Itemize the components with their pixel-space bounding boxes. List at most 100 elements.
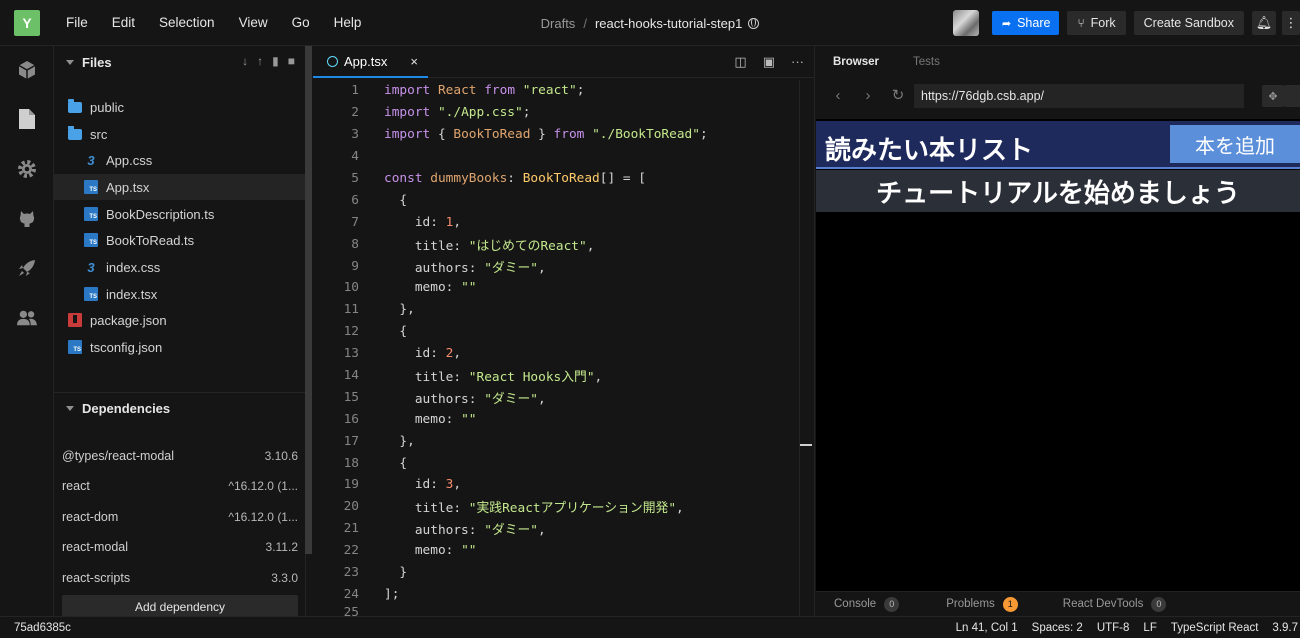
back-icon[interactable]: ‹	[830, 87, 846, 104]
file-item-app-tsx[interactable]: TS App.tsx	[54, 174, 306, 200]
file-item-app-css[interactable]: 3 App.css	[54, 147, 306, 173]
ts-file-icon: TS	[84, 207, 98, 221]
code-editor: App.tsx × ◫ ▣ ··· 1 import React from "re…	[313, 46, 815, 619]
dependency-row[interactable]: react-modal 3.11.2	[62, 537, 298, 557]
globe-icon[interactable]	[748, 17, 760, 29]
file-item-tsconfig[interactable]: TS tsconfig.json	[54, 334, 306, 360]
browser-preview: Browser Tests ‹ › ↻ ✥ 読みたい本リスト 本を追加 チュート…	[816, 46, 1300, 616]
code-line: 2 import "./App.css";	[313, 102, 813, 124]
menu-selection[interactable]: Selection	[147, 15, 227, 30]
menu-edit[interactable]: Edit	[100, 15, 147, 30]
css-file-icon: 3	[87, 152, 95, 168]
users-icon[interactable]	[17, 308, 37, 328]
tab-console[interactable]: Console 0	[834, 596, 900, 612]
cube-icon[interactable]	[17, 60, 37, 80]
language-mode[interactable]: TypeScript React	[1171, 622, 1259, 634]
bell-icon[interactable]: 🔔︎	[1252, 11, 1276, 35]
create-sandbox-button[interactable]: Create Sandbox	[1133, 11, 1244, 35]
dependency-row[interactable]: @types/react-modal 3.10.6	[62, 446, 298, 466]
more-actions-icon[interactable]: ···	[791, 54, 804, 70]
menu-file[interactable]: File	[54, 15, 100, 30]
file-name: tsconfig.json	[90, 339, 163, 355]
tab-react-devtools[interactable]: React DevTools 0	[1063, 596, 1167, 612]
tab-tests[interactable]: Tests	[896, 56, 957, 68]
sandbox-name[interactable]: react-hooks-tutorial-step1	[595, 16, 742, 31]
upload-icon[interactable]: ↑	[257, 54, 263, 68]
line-number: 16	[343, 411, 359, 427]
close-icon[interactable]: ×	[410, 54, 418, 69]
new-file-icon[interactable]: ▮	[272, 54, 279, 68]
refresh-icon[interactable]: ↻	[890, 86, 906, 104]
file-item-book-description[interactable]: TS BookDescription.ts	[54, 201, 306, 227]
forward-icon[interactable]: ›	[860, 87, 876, 104]
menu-help[interactable]: Help	[322, 15, 374, 30]
dependency-row[interactable]: react-scripts 3.3.0	[62, 568, 298, 588]
line-number: 6	[351, 192, 359, 208]
cursor-position[interactable]: Ln 41, Col 1	[956, 622, 1018, 634]
dependency-version: ^16.12.0 (1...	[228, 479, 298, 493]
indentation[interactable]: Spaces: 2	[1032, 622, 1083, 634]
expand-icon[interactable]: ✥	[1262, 85, 1284, 107]
new-folder-icon[interactable]: ■	[288, 54, 295, 68]
file-item-index-css[interactable]: 3 index.css	[54, 254, 306, 280]
editor-scrollbar[interactable]	[799, 80, 813, 616]
code-line: 14 title: "React Hooks入門",	[313, 365, 813, 387]
dependency-version: ^16.12.0 (1...	[228, 510, 298, 524]
url-bar: ‹ › ↻ ✥	[816, 78, 1300, 112]
code-area[interactable]: 1 import React from "react"; 2 import "./A…	[313, 80, 813, 619]
menu-view[interactable]: View	[227, 15, 280, 30]
line-number: 19	[343, 477, 359, 493]
typescript-version[interactable]: 3.9.7	[1272, 622, 1298, 634]
preview-icon[interactable]: ▣	[763, 54, 775, 70]
codesandbox-logo[interactable]: Y	[14, 9, 40, 36]
file-name: package.json	[90, 312, 167, 328]
commit-hash[interactable]: 75ad6385c	[14, 622, 71, 634]
sidebar-scrollbar[interactable]	[305, 46, 312, 554]
file-name: BookDescription.ts	[106, 206, 215, 222]
breadcrumb-separator: /	[583, 15, 587, 31]
avatar[interactable]	[952, 10, 979, 36]
tab-app-tsx[interactable]: App.tsx ×	[313, 46, 428, 78]
dependency-version: 3.3.0	[271, 571, 298, 585]
file-item-book-to-read[interactable]: TS BookToRead.ts	[54, 227, 306, 253]
file-item-src[interactable]: src	[54, 121, 306, 147]
file-item-index-tsx[interactable]: TS index.tsx	[54, 281, 306, 307]
share-icon: ➦	[1001, 17, 1012, 30]
menu-go[interactable]: Go	[280, 15, 322, 30]
dependencies-header[interactable]: Dependencies	[54, 401, 306, 416]
rocket-icon[interactable]	[17, 258, 37, 278]
file-item-package-json[interactable]: package.json	[54, 307, 306, 333]
line-number: 20	[343, 499, 359, 515]
line-number: 11	[343, 302, 359, 318]
gear-icon[interactable]	[17, 159, 37, 179]
tab-problems[interactable]: Problems 1	[946, 596, 1018, 612]
file-icon[interactable]	[17, 109, 37, 129]
open-new-window-icon[interactable]	[1284, 85, 1300, 107]
code-line: 3 import { BookToRead } from "./BookToRea…	[313, 124, 813, 146]
dependency-name: react-scripts	[62, 571, 131, 585]
file-item-public[interactable]: public	[54, 94, 306, 120]
download-icon[interactable]: ↓	[242, 54, 248, 68]
fork-button[interactable]: ⑂ Fork	[1067, 11, 1126, 35]
menu-bar: File Edit Selection View Go Help	[54, 15, 373, 30]
more-menu-icon[interactable]: ⋮	[1282, 11, 1300, 35]
file-name: App.tsx	[106, 179, 150, 195]
line-ending[interactable]: LF	[1143, 622, 1156, 634]
github-icon[interactable]	[17, 208, 37, 228]
dependency-row[interactable]: react-dom ^16.12.0 (1...	[62, 507, 298, 527]
add-book-button[interactable]: 本を追加	[1170, 125, 1300, 163]
console-label: Console	[834, 598, 877, 610]
dependency-row[interactable]: react ^16.12.0 (1...	[62, 476, 298, 496]
code-line: 23 }	[313, 562, 813, 584]
line-number: 3	[351, 127, 359, 143]
code-line: 19 id: 3,	[313, 474, 813, 496]
file-name: index.tsx	[106, 286, 158, 302]
tab-browser[interactable]: Browser	[816, 56, 896, 68]
breadcrumb-drafts[interactable]: Drafts	[541, 16, 576, 31]
editor-actions: ◫ ▣ ···	[734, 54, 804, 70]
top-bar: Y File Edit Selection View Go Help Draft…	[0, 0, 1300, 46]
encoding[interactable]: UTF-8	[1097, 622, 1130, 634]
split-editor-icon[interactable]: ◫	[734, 54, 746, 70]
url-input[interactable]	[914, 84, 1244, 108]
share-button[interactable]: ➦ Share	[991, 11, 1060, 35]
